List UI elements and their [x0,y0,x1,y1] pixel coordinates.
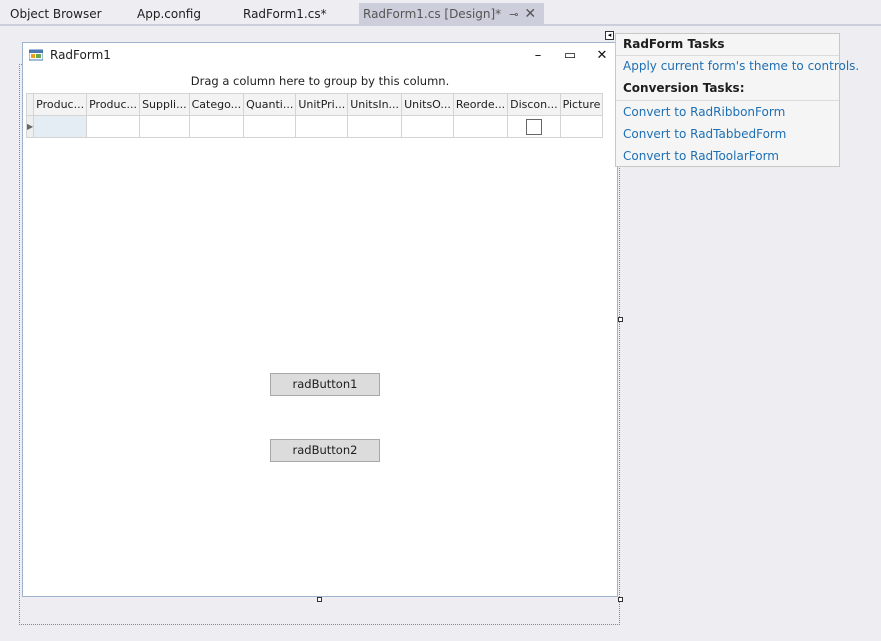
convert-ribbon-link[interactable]: Convert to RadRibbonForm [623,105,785,119]
column-header[interactable]: Reorde... [452,93,509,116]
smart-tag-glyph-icon[interactable]: ◂ [605,31,614,40]
radform-window[interactable]: RadForm1 – ▭ ✕ Drag a column here to gro… [22,42,618,597]
column-header[interactable]: Discon... [507,93,561,116]
group-by-panel[interactable]: Drag a column here to group by this colu… [26,70,614,92]
column-header-label: Produc... [36,98,85,111]
column-header-label: Produc... [89,98,138,111]
radform-tasks-panel: RadForm Tasks Apply current form's theme… [615,33,859,167]
column-header-label: UnitsO... [404,98,451,111]
rad-button-1[interactable]: radButton1 [270,373,380,396]
table-row[interactable]: ▶ [25,115,604,138]
tasks-divider [616,55,839,56]
column-header[interactable]: UnitsIn... [347,93,403,116]
document-tab-strip: Object Browser App.config RadForm1.cs* R… [0,0,881,26]
grid-cell[interactable] [243,115,297,138]
convert-tabbed-link[interactable]: Convert to RadTabbedForm [623,127,786,141]
rad-grid-view[interactable]: Drag a column here to group by this colu… [25,70,614,143]
tab-radform1-design[interactable]: RadForm1.cs [Design]* ⊸ ✕ [359,3,545,26]
tasks-divider [616,100,839,101]
close-tab-icon[interactable]: ✕ [524,3,536,25]
resize-handle-right[interactable] [618,317,623,322]
grid-cell[interactable] [347,115,403,138]
column-header[interactable]: Produc... [86,93,141,116]
grid-cell[interactable] [139,115,190,138]
maximize-icon[interactable]: ▭ [558,46,582,66]
tab-radform1-design-label: RadForm1.cs [Design]* [363,7,502,21]
grid-cell[interactable] [452,115,509,138]
tab-object-browser[interactable]: Object Browser [10,4,102,24]
column-header[interactable]: Catego... [188,93,245,116]
column-header-label: UnitPri... [298,98,346,111]
grid-cell[interactable] [295,115,349,138]
column-header[interactable]: UnitPri... [295,93,349,116]
convert-toolbar-link[interactable]: Convert to RadToolarForm [623,149,779,163]
grid-cell[interactable] [188,115,245,138]
column-header-label: Discon... [510,98,558,111]
row-header-corner [25,93,35,116]
conversion-tasks-heading: Conversion Tasks: [623,81,745,95]
current-row-indicator-icon: ▶ [25,115,35,138]
grid-cell[interactable] [33,115,88,138]
tab-app-config[interactable]: App.config [137,4,201,24]
column-header-label: Catego... [191,98,242,111]
form-title: RadForm1 [50,48,111,62]
tab-radform1-cs[interactable]: RadForm1.cs* [243,4,327,24]
rad-button-2[interactable]: radButton2 [270,439,380,462]
form-app-icon [29,49,43,61]
column-header-label: UnitsIn... [350,98,400,111]
grid-cell-checkbox[interactable] [507,115,561,138]
tasks-panel-title: RadForm Tasks [623,37,725,51]
minimize-icon[interactable]: – [526,46,550,66]
column-header-label: Quanti... [246,98,294,111]
grid-cell[interactable] [559,115,604,138]
close-icon[interactable]: ✕ [590,46,614,66]
apply-theme-link[interactable]: Apply current form's theme to controls. [623,59,859,73]
grid-cell[interactable] [86,115,141,138]
column-header[interactable]: Quanti... [243,93,297,116]
column-header[interactable]: Picture [559,93,604,116]
column-header-label: Suppli... [142,98,187,111]
resize-handle-bottom[interactable] [317,597,322,602]
grid-cell[interactable] [401,115,454,138]
column-header[interactable]: UnitsO... [401,93,454,116]
column-header-label: Picture [562,98,601,111]
column-header[interactable]: Produc... [33,93,88,116]
discontinued-checkbox[interactable] [525,118,542,135]
column-header-label: Reorde... [455,98,506,111]
designer-surface: RadForm1 – ▭ ✕ Drag a column here to gro… [0,26,881,641]
form-title-bar: RadForm1 – ▭ ✕ [23,43,617,69]
column-header[interactable]: Suppli... [139,93,190,116]
resize-handle-corner[interactable] [618,597,623,602]
grid-table: Produc... Produc... Suppli... Catego... … [25,93,604,138]
grid-header-row: Produc... Produc... Suppli... Catego... … [25,93,604,116]
pin-icon[interactable]: ⊸ [509,4,518,26]
